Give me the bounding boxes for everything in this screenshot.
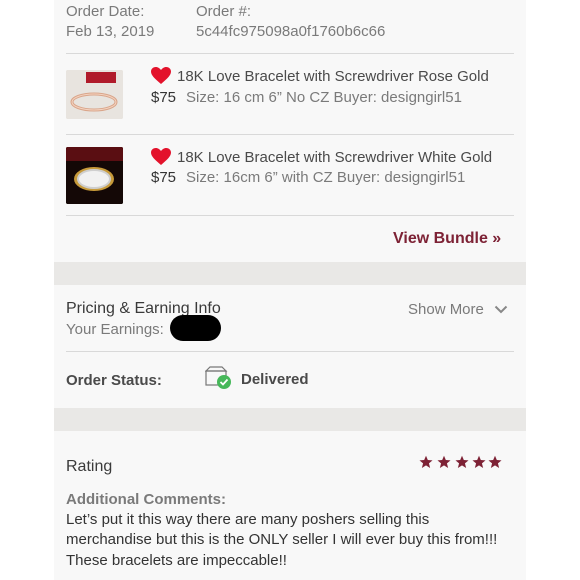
earnings-label: Your Earnings: bbox=[66, 321, 164, 338]
star-icon bbox=[419, 455, 433, 468]
order-date-label: Order Date: bbox=[66, 3, 145, 20]
star-icon bbox=[437, 455, 451, 468]
star-icon bbox=[488, 455, 502, 468]
section-separator bbox=[54, 262, 526, 285]
redacted-earnings bbox=[170, 315, 221, 341]
item-details: Size: 16 cm 6” No CZ Buyer: designgirl51 bbox=[186, 89, 462, 106]
order-status-label: Order Status: bbox=[66, 372, 162, 389]
view-bundle-link[interactable]: View Bundle » bbox=[393, 230, 501, 248]
comment-line: merchandise but this is the ONLY seller … bbox=[66, 531, 498, 548]
order-status-value: Delivered bbox=[241, 371, 309, 388]
comments-label: Additional Comments: bbox=[66, 491, 226, 508]
comment-line: Let’s put it this way there are many pos… bbox=[66, 511, 430, 528]
star-icon bbox=[472, 455, 486, 468]
item-price: $75 bbox=[151, 89, 177, 106]
item-title[interactable]: 18K Love Bracelet with Screwdriver Rose … bbox=[177, 68, 489, 85]
star-icon bbox=[455, 455, 469, 468]
order-date-value: Feb 13, 2019 bbox=[66, 23, 155, 40]
divider bbox=[66, 134, 514, 135]
divider bbox=[66, 215, 514, 216]
rating-title: Rating bbox=[66, 458, 113, 475]
divider bbox=[66, 351, 514, 352]
item-price: $75 bbox=[151, 169, 177, 186]
package-delivered-icon bbox=[205, 366, 231, 389]
item-title[interactable]: 18K Love Bracelet with Screwdriver White… bbox=[177, 149, 492, 166]
section-separator bbox=[54, 408, 526, 431]
divider bbox=[66, 53, 514, 54]
order-number-value: 5c44fc975098a0f1760b6c66 bbox=[196, 23, 386, 40]
show-more-button[interactable]: Show More bbox=[408, 301, 484, 318]
comment-line: These bracelets are impeccable!! bbox=[66, 552, 287, 569]
item-details: Size: 16cm 6” with CZ Buyer: designgirl5… bbox=[186, 169, 466, 186]
order-number-label: Order #: bbox=[196, 3, 252, 20]
item-thumbnail[interactable] bbox=[66, 147, 123, 204]
heart-icon bbox=[151, 148, 171, 165]
item-thumbnail[interactable] bbox=[66, 70, 123, 119]
chevron-down-icon[interactable] bbox=[494, 305, 508, 314]
heart-icon bbox=[151, 67, 171, 84]
